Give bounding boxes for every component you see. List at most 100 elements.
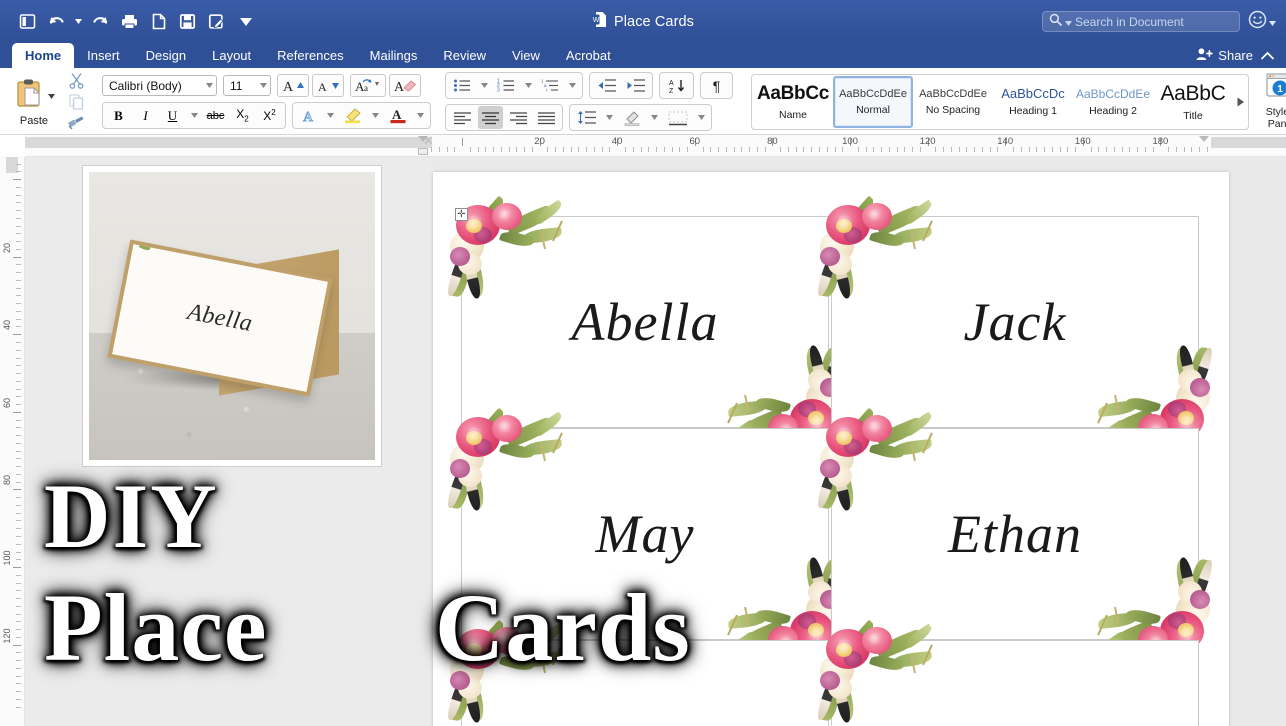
svg-text:A: A [394, 80, 405, 93]
style-title[interactable]: AaBbC Title [1153, 76, 1233, 128]
shading-button[interactable] [619, 106, 645, 129]
sort-button[interactable]: AZ [664, 74, 690, 97]
send-a-smile-button[interactable] [1248, 10, 1276, 34]
underline-button[interactable]: U [161, 104, 185, 127]
align-left-button[interactable] [450, 106, 475, 129]
chevron-down-icon[interactable] [202, 83, 216, 88]
shading-dropdown-icon[interactable] [648, 106, 661, 129]
bullets-button[interactable] [450, 74, 475, 97]
borders-dropdown-icon[interactable] [695, 106, 708, 129]
font-group: Calibri (Body) 11 A A A a A B I U abc X2… [97, 68, 436, 135]
text-effects-button[interactable]: A [297, 104, 321, 127]
tab-review[interactable]: Review [430, 43, 499, 68]
vertical-ruler[interactable]: 20 40 60 80 100 120 [0, 157, 25, 726]
tab-layout[interactable]: Layout [199, 43, 264, 68]
superscript-button[interactable]: X2 [258, 104, 282, 127]
bold-button[interactable]: B [107, 104, 131, 127]
svg-text:A: A [318, 80, 327, 93]
numbering-dropdown-icon[interactable] [522, 74, 535, 97]
print-icon[interactable] [116, 8, 143, 35]
styles-pane-badge: 1 [1277, 84, 1283, 95]
place-card-cell[interactable] [815, 619, 1199, 726]
style-name[interactable]: AaBbCc Name [753, 76, 833, 128]
tab-acrobat[interactable]: Acrobat [553, 43, 624, 68]
styles-pane-label-line1: Styles [1265, 106, 1286, 118]
place-card-photo: Abella [82, 165, 382, 467]
tab-view[interactable]: View [499, 43, 553, 68]
svg-text:W: W [593, 17, 600, 24]
redo-icon[interactable] [87, 8, 114, 35]
place-card-cell[interactable]: Jack [815, 195, 1215, 449]
new-document-icon[interactable] [145, 8, 172, 35]
cut-icon[interactable] [64, 71, 88, 91]
tab-home[interactable]: Home [12, 43, 75, 68]
highlight-dropdown-icon[interactable] [369, 104, 382, 127]
smiley-dropdown-icon[interactable] [1269, 13, 1276, 31]
strikethrough-button[interactable]: abc [204, 104, 228, 127]
svg-text:A: A [392, 107, 402, 122]
justify-button[interactable] [534, 106, 559, 129]
horizontal-ruler[interactable]: 20 40 60 80 100 120 140 160 180 ✕ [25, 135, 1286, 157]
style-no-spacing[interactable]: AaBbCcDdEe No Spacing [913, 76, 993, 128]
tab-mailings[interactable]: Mailings [357, 43, 431, 68]
align-right-button[interactable] [506, 106, 531, 129]
grow-font-button[interactable]: A [277, 74, 309, 97]
font-color-buttons: A A [292, 102, 431, 129]
svg-text:A: A [303, 110, 314, 123]
undo-icon[interactable] [43, 8, 70, 35]
italic-button[interactable]: I [134, 104, 158, 127]
font-size-select[interactable]: 11 [223, 75, 271, 96]
tab-references[interactable]: References [264, 43, 356, 68]
paste-dropdown-icon[interactable] [47, 86, 55, 104]
shrink-font-button[interactable]: A [312, 74, 344, 97]
search-dropdown-icon[interactable] [1065, 13, 1072, 31]
subscript-button[interactable]: X2 [231, 104, 255, 127]
style-normal[interactable]: AaBbCcDdEe Normal [833, 75, 913, 128]
style-heading-2[interactable]: AaBbCcDdEe Heading 2 [1073, 76, 1153, 128]
search-input[interactable] [1075, 14, 1233, 29]
line-spacing-dropdown-icon[interactable] [603, 106, 616, 129]
text-effects-dropdown-icon[interactable] [324, 104, 337, 127]
multilevel-list-button[interactable]: 1ai [538, 74, 563, 97]
bullets-dropdown-icon[interactable] [478, 74, 491, 97]
underline-dropdown-icon[interactable] [188, 104, 201, 127]
tab-insert[interactable]: Insert [74, 43, 133, 68]
show-formatting-marks-button[interactable]: ¶ [705, 74, 729, 97]
align-center-button[interactable] [477, 106, 503, 129]
floral-corner-artwork [815, 619, 1198, 726]
font-color-button[interactable]: A [385, 104, 411, 127]
copy-icon[interactable] [64, 92, 88, 112]
place-card-cell[interactable]: Abella [445, 195, 845, 449]
font-color-dropdown-icon[interactable] [414, 104, 427, 127]
style-heading-1[interactable]: AaBbCcDc Heading 1 [993, 76, 1073, 128]
paste-button[interactable]: Paste [8, 77, 60, 127]
increase-indent-button[interactable] [623, 74, 649, 97]
line-spacing-button[interactable] [574, 106, 600, 129]
chevron-down-icon[interactable] [256, 83, 270, 88]
undo-dropdown-icon[interactable] [72, 8, 85, 35]
title-bar-right [1042, 0, 1276, 43]
format-painter-icon[interactable] [64, 113, 88, 133]
highlight-color-button[interactable] [340, 104, 366, 127]
place-card-cell[interactable]: Ethan [815, 407, 1215, 661]
tab-design[interactable]: Design [133, 43, 199, 68]
customize-toolbar-icon[interactable] [232, 8, 259, 35]
place-card-name: Jack [963, 292, 1067, 352]
sidebar-toggle-icon[interactable] [14, 8, 41, 35]
table-move-handle-icon[interactable]: ✛ [455, 208, 468, 221]
share-button[interactable]: Share [1196, 47, 1253, 64]
clear-formatting-button[interactable]: A [388, 74, 421, 97]
search-box[interactable] [1042, 11, 1240, 32]
decrease-indent-button[interactable] [594, 74, 620, 97]
borders-button[interactable] [664, 106, 692, 129]
multilevel-dropdown-icon[interactable] [566, 74, 579, 97]
gallery-more-arrow-icon[interactable] [1233, 97, 1247, 107]
change-case-button[interactable]: Aa [349, 74, 386, 97]
chevron-up-icon[interactable] [1261, 47, 1274, 65]
numbering-button[interactable]: 123 [494, 74, 519, 97]
font-size-value: 11 [230, 78, 243, 93]
edit-document-icon[interactable] [203, 8, 230, 35]
styles-pane-button[interactable]: 1 Styles Pane [1251, 73, 1286, 130]
save-icon[interactable] [174, 8, 201, 35]
font-family-select[interactable]: Calibri (Body) [102, 75, 217, 96]
